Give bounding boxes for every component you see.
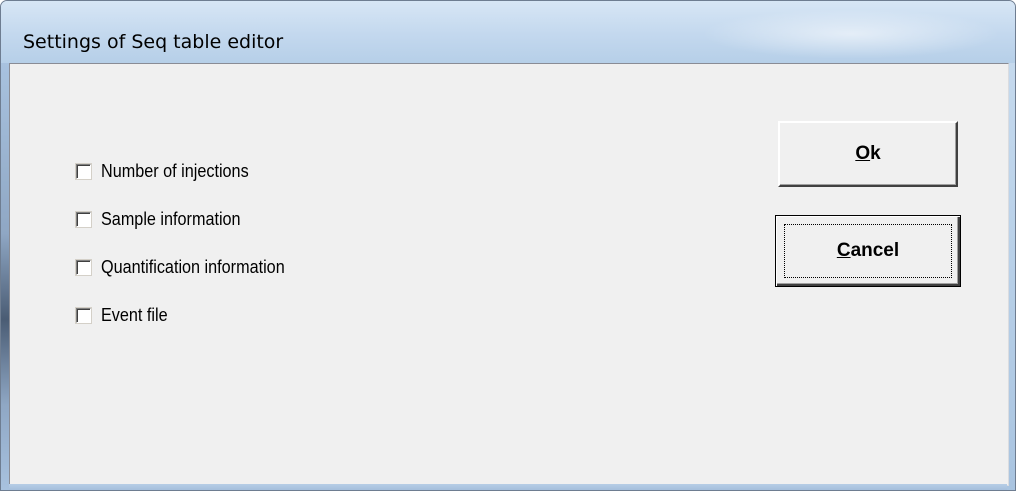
window-frame-bottom: [9, 484, 1007, 490]
checkbox-sample-information[interactable]: [76, 211, 91, 227]
option-quantification-information[interactable]: Quantification information: [76, 255, 305, 279]
option-label: Event file: [101, 304, 168, 325]
cancel-button[interactable]: Cancel: [775, 215, 961, 287]
checkbox-quantification-information[interactable]: [76, 259, 91, 275]
option-event-file[interactable]: Event file: [76, 303, 175, 327]
option-sample-information[interactable]: Sample information: [76, 207, 256, 231]
ok-button[interactable]: Ok: [778, 121, 958, 187]
ok-mnemonic: O: [855, 143, 871, 164]
cancel-label-rest: ancel: [850, 240, 900, 261]
option-label: Number of injections: [101, 160, 249, 181]
window-frame-left: [1, 63, 9, 490]
title-bar-glow: [701, 9, 1001, 59]
dialog-window: Settings of Seq table editor Number of i…: [0, 0, 1016, 491]
option-label: Quantification information: [101, 256, 285, 277]
cancel-button-label: Cancel: [837, 240, 899, 262]
cancel-mnemonic: C: [836, 240, 851, 261]
checkbox-event-file[interactable]: [76, 307, 91, 323]
title-bar[interactable]: Settings of Seq table editor: [1, 1, 1015, 63]
option-number-of-injections[interactable]: Number of injections: [76, 159, 265, 183]
ok-button-label: Ok: [855, 143, 880, 165]
checkbox-number-of-injections[interactable]: [76, 163, 91, 179]
window-title: Settings of Seq table editor: [23, 31, 284, 53]
option-label: Sample information: [101, 208, 241, 229]
ok-label-rest: k: [870, 143, 881, 164]
